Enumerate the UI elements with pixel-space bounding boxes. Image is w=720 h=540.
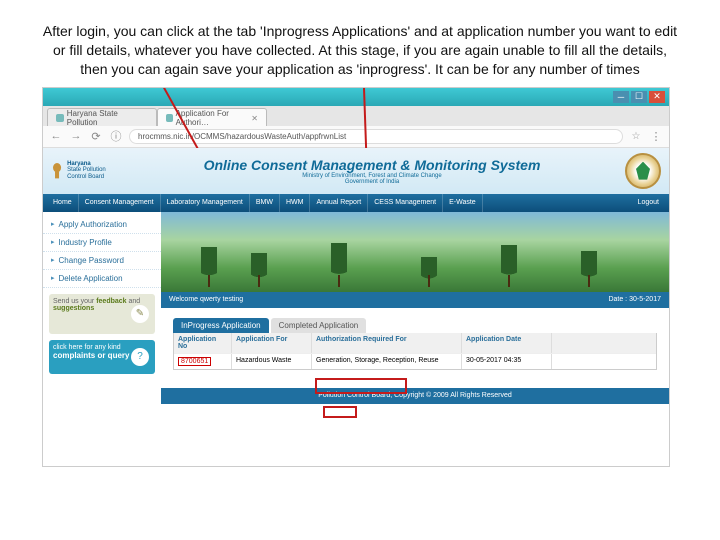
header-title-block: Online Consent Management & Monitoring S… (127, 157, 617, 185)
tab-label: Application For Authori… (176, 109, 249, 127)
emblem-right-icon (625, 153, 661, 189)
feedback-bold: feedback (96, 298, 126, 305)
site-header: Haryana State Pollution Control Board On… (43, 148, 669, 194)
complaints-box[interactable]: click here for any kind complaints or qu… (49, 340, 155, 374)
chevron-right-icon: ▸ (51, 274, 55, 282)
feedback-text2: and (129, 298, 141, 305)
sidebar-label: Delete Application (59, 274, 123, 283)
favicon-icon (56, 114, 64, 122)
th-app-for: Application For (232, 333, 312, 353)
sidebar-label: Apply Authorization (59, 220, 128, 229)
main-panel: Welcome qwerty testing Date : 30-5-2017 … (161, 212, 669, 412)
nav-ewaste[interactable]: E-Waste (443, 194, 483, 212)
brand-line1: Haryana (67, 161, 119, 168)
welcome-text: Welcome qwerty testing (169, 296, 243, 303)
feedback-text: Send us your (53, 298, 94, 305)
site-title: Online Consent Management & Monitoring S… (127, 157, 617, 173)
browser-tab-1[interactable]: Haryana State Pollution (47, 108, 157, 126)
window-close-button[interactable]: ✕ (649, 91, 665, 103)
sidebar-delete-app[interactable]: ▸ Delete Application (43, 270, 161, 288)
main-nav: Home Consent Management Laboratory Manag… (43, 194, 669, 212)
url-field[interactable]: hrocmms.nic.in/OCMMS/hazardousWasteAuth/… (129, 129, 623, 144)
tab-completed[interactable]: Completed Application (271, 318, 367, 333)
nav-logout[interactable]: Logout (632, 194, 665, 212)
window-titlebar: ─ ☐ ✕ (43, 88, 669, 106)
sidebar-label: Industry Profile (59, 238, 112, 247)
window-minimize-button[interactable]: ─ (613, 91, 629, 103)
question-icon: ? (131, 348, 149, 366)
browser-address-bar: ← → ⟳ ⓘ hrocmms.nic.in/OCMMS/hazardousWa… (43, 126, 669, 148)
close-icon[interactable]: ✕ (251, 114, 258, 123)
hero-image (161, 212, 669, 292)
sidebar-industry-profile[interactable]: ▸ Industry Profile (43, 234, 161, 252)
feedback-bold2: suggestions (53, 305, 94, 312)
nav-cess[interactable]: CESS Management (368, 194, 443, 212)
pencil-icon: ✎ (131, 305, 149, 323)
table-header: Application No Application For Authoriza… (174, 333, 656, 353)
nav-home[interactable]: Home (47, 194, 79, 212)
application-tabs: InProgress Application Completed Applica… (173, 318, 657, 333)
nav-lab[interactable]: Laboratory Management (161, 194, 250, 212)
browser-tab-bar: Haryana State Pollution Application For … (43, 106, 669, 126)
star-icon[interactable]: ☆ (629, 129, 643, 143)
sidebar-change-password[interactable]: ▸ Change Password (43, 252, 161, 270)
chevron-right-icon: ▸ (51, 238, 55, 246)
site-logo-left: Haryana State Pollution Control Board (51, 152, 119, 190)
welcome-bar: Welcome qwerty testing Date : 30-5-2017 (161, 292, 669, 308)
cell-app-for: Hazardous Waste (232, 354, 312, 369)
browser-tab-2[interactable]: Application For Authori… ✕ (157, 108, 267, 126)
complaints-bold: complaints or query (53, 351, 129, 360)
left-sidebar: ▸ Apply Authorization ▸ Industry Profile ▸… (43, 212, 161, 412)
nav-annual[interactable]: Annual Report (310, 194, 368, 212)
nav-bmw[interactable]: BMW (250, 194, 280, 212)
feedback-box[interactable]: Send us your feedback and suggestions ✎ (49, 294, 155, 334)
chevron-right-icon: ▸ (51, 220, 55, 228)
th-auth-req: Authorization Required For (312, 333, 462, 353)
back-icon[interactable]: ← (49, 129, 63, 143)
cell-auth-req: Generation, Storage, Reception, Reuse (312, 354, 462, 369)
tab-label: Haryana State Pollution (67, 109, 148, 127)
cell-app-date: 30-05-2017 04:35 (462, 354, 552, 369)
window-maximize-button[interactable]: ☐ (631, 91, 647, 103)
th-app-date: Application Date (462, 333, 552, 353)
embedded-screenshot: ─ ☐ ✕ Haryana State Pollution Applicatio… (42, 87, 670, 467)
th-app-no: Application No (174, 333, 232, 353)
applications-table: Application No Application For Authoriza… (173, 333, 657, 370)
menu-icon[interactable]: ⋮ (649, 129, 663, 143)
forward-icon[interactable]: → (69, 129, 83, 143)
applications-area: InProgress Application Completed Applica… (161, 308, 669, 380)
instruction-text: After login, you can click at the tab 'I… (0, 0, 720, 87)
emblem-icon (51, 158, 63, 184)
reload-icon[interactable]: ⟳ (89, 129, 103, 143)
app-number-link[interactable]: 8700651 (178, 357, 211, 366)
sidebar-label: Change Password (59, 256, 124, 265)
site-subtitle-2: Government of India (127, 179, 617, 185)
nav-consent[interactable]: Consent Management (79, 194, 161, 212)
brand-line2: State Pollution Control Board (67, 167, 119, 180)
chevron-right-icon: ▸ (51, 256, 55, 264)
favicon-icon (166, 114, 173, 122)
tab-inprogress[interactable]: InProgress Application (173, 318, 269, 333)
cell-app-no[interactable]: 8700651 (174, 354, 232, 369)
site-footer: Pollution Control Board, Copyright © 200… (161, 388, 669, 404)
page-content: Haryana State Pollution Control Board On… (43, 148, 669, 412)
content-row: ▸ Apply Authorization ▸ Industry Profile ▸… (43, 212, 669, 412)
table-row: 8700651 Hazardous Waste Generation, Stor… (174, 353, 656, 369)
info-icon: ⓘ (109, 129, 123, 143)
nav-hwm[interactable]: HWM (280, 194, 311, 212)
welcome-date: Date : 30-5-2017 (608, 296, 661, 303)
sidebar-apply-auth[interactable]: ▸ Apply Authorization (43, 216, 161, 234)
